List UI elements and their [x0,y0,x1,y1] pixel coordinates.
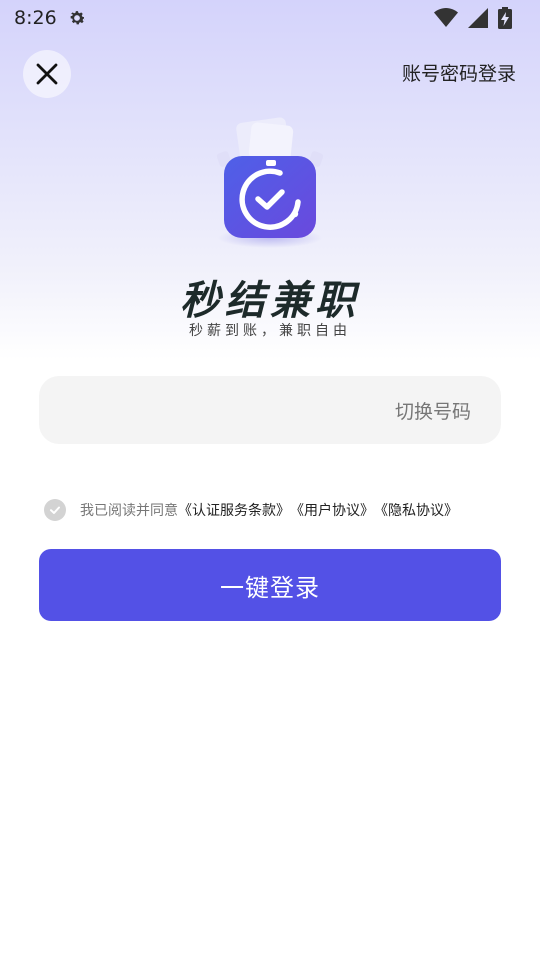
agreement-row: 我已阅读并同意 《认证服务条款》 《用户协议》 《隐私协议》 [44,499,458,521]
agreement-prefix: 我已阅读并同意 [80,503,178,519]
close-button[interactable] [23,50,71,98]
status-right [434,7,512,29]
status-bar: 8:26 [0,0,540,36]
phone-number-field[interactable]: 切换号码 [39,376,501,444]
privacy-agreement-link[interactable]: 《隐私协议》 [374,500,458,520]
brand-slogan: 秒薪到账，兼职自由 [189,323,351,339]
check-icon [48,503,62,517]
close-icon [35,62,59,86]
switch-number-link[interactable]: 切换号码 [395,397,471,424]
app-logo [200,110,340,250]
status-time: 8:26 [14,7,57,29]
settings-gear-icon [67,8,87,28]
one-click-login-button[interactable]: 一键登录 [39,549,501,621]
battery-charging-icon [498,7,512,29]
terms-of-service-link[interactable]: 《认证服务条款》 [178,500,290,520]
account-password-login-link[interactable]: 账号密码登录 [402,59,516,86]
signal-icon [468,8,488,28]
brand-title: 秒结兼职 [180,278,360,324]
user-agreement-link[interactable]: 《用户协议》 [290,500,374,520]
status-left: 8:26 [14,7,87,29]
agreement-checkbox[interactable] [44,499,66,521]
wifi-icon [434,8,458,28]
